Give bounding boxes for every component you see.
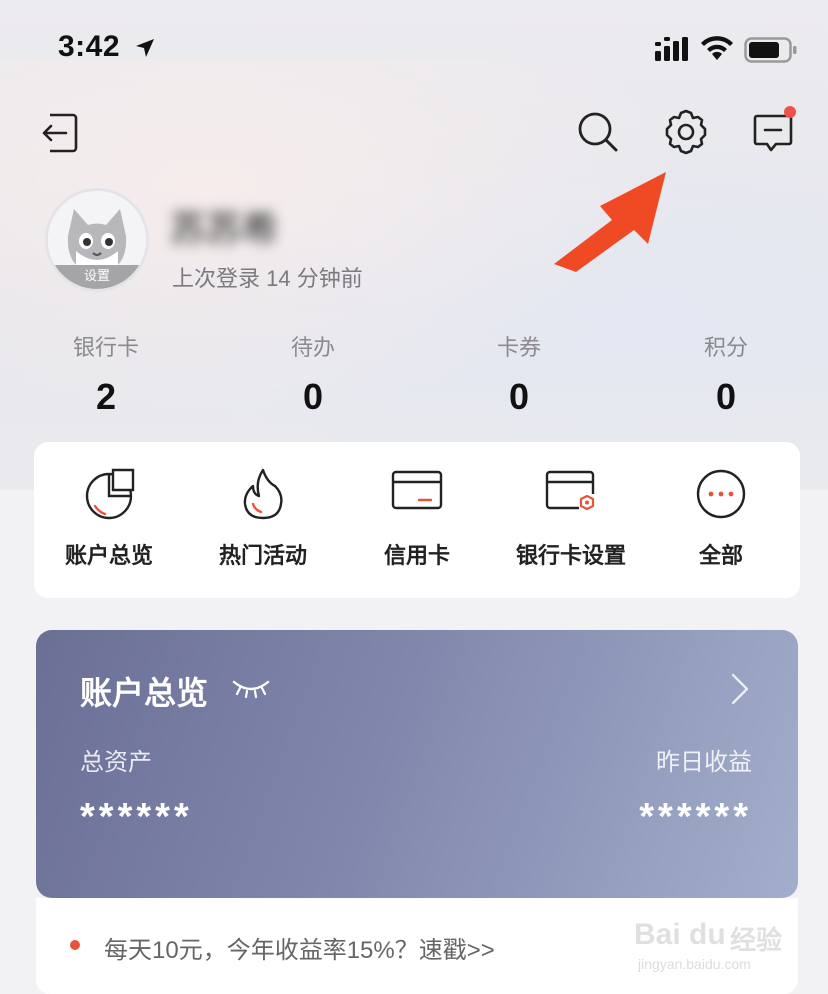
shortcut-label: 全部 [698,543,743,568]
stat-coupons[interactable]: 卡券 0 [444,330,594,418]
last-login-text: 上次登录 14 分钟前 [172,266,363,291]
gear-icon[interactable] [662,108,710,156]
avatar[interactable]: 设置 [45,188,149,292]
pie-chart-icon [85,468,135,520]
username: 苏苏希 [170,208,279,249]
logout-icon[interactable] [40,112,80,154]
shortcut-account-overview[interactable]: 账户总览 [34,442,184,598]
stat-label: 卡券 [496,335,541,360]
shortcut-label: 账户总览 [64,543,153,568]
more-icon [696,469,746,519]
eye-closed-icon[interactable] [232,678,270,698]
promo-dot [70,940,80,950]
stat-points[interactable]: 积分 0 [651,330,801,418]
total-assets-label: 总资产 [80,749,152,776]
total-assets-value: ****** [80,796,193,838]
shortcut-all[interactable]: 全部 [646,442,796,598]
yesterday-earnings-value: ****** [639,796,752,838]
shortcut-label: 银行卡设置 [515,543,626,568]
watermark-url: jingyan.baidu.com [638,956,751,972]
yesterday-earnings-label: 昨日收益 [656,749,752,776]
shortcut-credit-card[interactable]: 信用卡 [342,442,492,598]
search-icon[interactable] [576,110,620,154]
asset-card-title: 账户总览 [80,675,209,711]
shortcut-card-settings[interactable]: 银行卡设置 [496,442,646,598]
watermark-cn: 经验 [730,925,783,955]
stat-label: 待办 [290,335,335,360]
stat-todo[interactable]: 待办 0 [238,330,388,418]
stat-value: 0 [508,376,530,417]
stat-label: 银行卡 [72,335,139,360]
avatar-settings-tag[interactable]: 设置 [48,265,146,289]
cellular-signal-icon [655,37,688,61]
card-settings-icon [545,470,595,511]
status-bar: 3:42 [0,0,828,100]
stat-label: 积分 [703,335,748,360]
stat-value: 0 [302,376,324,417]
stat-value: 2 [95,376,117,417]
status-time: 3:42 [58,30,121,63]
stats-row: 银行卡 2 待办 0 卡券 0 积分 0 [0,330,828,420]
shortcut-label: 信用卡 [383,543,450,568]
chevron-right-icon[interactable] [730,672,750,706]
stat-bank-cards[interactable]: 银行卡 2 [31,330,181,418]
message-icon[interactable] [752,106,798,154]
annotation-arrow-icon [554,172,666,272]
location-arrow-icon [136,39,154,57]
shortcut-card: 账户总览 热门活动 信用卡 银行卡设置 全部 [34,442,800,598]
watermark-logo: Bai du [634,918,726,951]
baidu-jingyan-watermark: Bai du 经验 jingyan.baidu.com [630,900,810,980]
shortcut-hot-activities[interactable]: 热门活动 [188,442,338,598]
shortcut-label: 热门活动 [218,543,307,568]
asset-overview-card[interactable]: 账户总览 总资产 昨日收益 ****** ****** [36,630,798,898]
wifi-icon [701,36,733,60]
battery-icon [744,37,797,63]
flame-icon [243,468,283,520]
promo-text[interactable]: 每天10元，今年收益率15%？速戳>> [104,930,495,965]
credit-card-icon [391,470,443,510]
stat-value: 0 [715,376,737,417]
